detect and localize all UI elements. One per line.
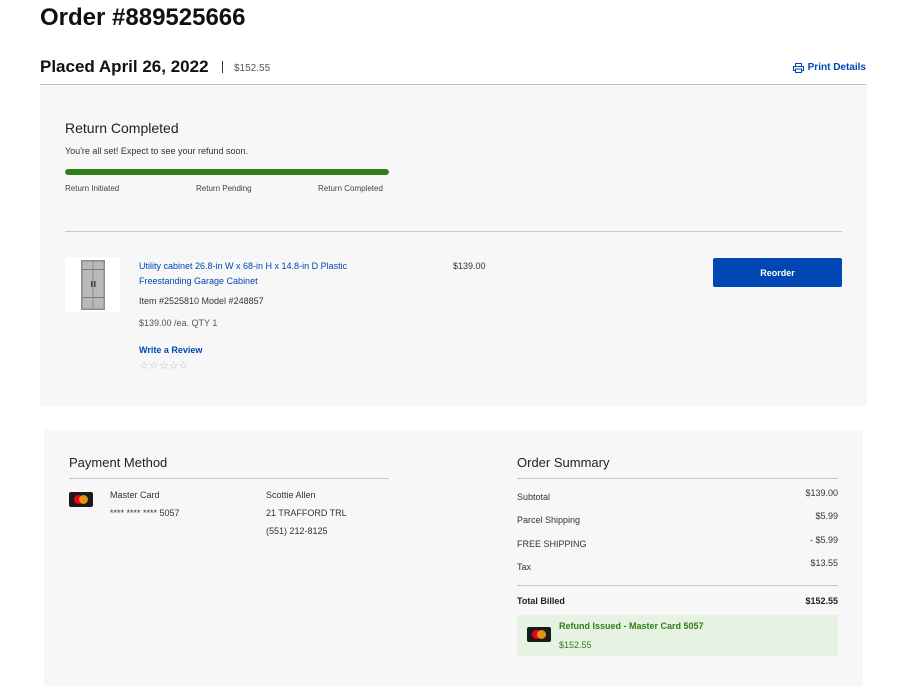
star-rating[interactable]: ☆☆☆☆☆ (139, 359, 188, 372)
return-progress-fill (65, 169, 389, 175)
product-unit-price-qty: $139.00 /ea. QTY 1 (139, 318, 218, 328)
summary-value: - $5.99 (809, 535, 838, 545)
print-details-label: Print Details (807, 62, 866, 73)
order-total: $152.55 (234, 63, 271, 74)
billing-name: Scottie Allen (266, 490, 316, 500)
summary-row-free-shipping: FREE SHIPPING - $5.99 (517, 535, 838, 551)
separator (222, 61, 223, 73)
refund-issued-title: Refund Issued - Master Card 5057 (559, 621, 704, 631)
write-review-link[interactable]: Write a Review (139, 345, 202, 355)
summary-label: Parcel Shipping (517, 515, 581, 525)
step-return-pending: Return Pending (196, 184, 252, 193)
product-image[interactable] (65, 257, 120, 312)
summary-row-subtotal: Subtotal $139.00 (517, 488, 838, 504)
card-number: **** **** **** 5057 (110, 508, 180, 518)
summary-total-row: Total Billed $152.55 (517, 596, 838, 606)
return-status-title: Return Completed (65, 120, 179, 136)
divider (69, 478, 389, 479)
return-progress-bar (65, 169, 389, 175)
product-name-link[interactable]: Utility cabinet 26.8-in W x 68-in H x 14… (139, 259, 389, 289)
refund-issued-box: Refund Issued - Master Card 5057 $152.55 (517, 615, 838, 656)
step-return-initiated: Return Initiated (65, 184, 120, 193)
product-price: $139.00 (453, 261, 486, 271)
mastercard-icon (69, 492, 93, 507)
divider (517, 585, 838, 586)
summary-label: Tax (517, 562, 532, 572)
print-details-link[interactable]: Print Details (792, 62, 866, 73)
summary-row-shipping: Parcel Shipping $5.99 (517, 511, 838, 527)
summary-row-tax: Tax $13.55 (517, 558, 838, 574)
card-name: Master Card (110, 490, 160, 500)
placed-date: Placed April 26, 2022 (40, 57, 209, 76)
payment-summary-panel: Payment Method Master Card **** **** ***… (44, 430, 863, 686)
step-return-completed: Return Completed (318, 184, 383, 193)
billing-street: 21 TRAFFORD TRL (266, 508, 347, 518)
summary-value: $13.55 (810, 558, 838, 568)
mastercard-icon (527, 627, 551, 642)
summary-label: FREE SHIPPING (517, 539, 587, 549)
summary-value: $5.99 (815, 511, 838, 521)
product-item-model: Item #2525810 Model #248857 (139, 296, 264, 306)
order-summary-title: Order Summary (517, 455, 610, 470)
summary-value: $139.00 (805, 488, 838, 498)
return-status-subtitle: You're all set! Expect to see your refun… (65, 146, 248, 156)
refund-amount: $152.55 (559, 640, 592, 650)
total-billed-value: $152.55 (805, 596, 838, 606)
return-status-panel: Return Completed You're all set! Expect … (40, 86, 867, 406)
cabinet-image (81, 260, 105, 310)
divider (517, 478, 838, 479)
billing-phone: (551) 212-8125 (266, 526, 328, 536)
total-billed-label: Total Billed (517, 596, 565, 606)
order-title: Order #889525666 (40, 4, 246, 31)
payment-method-title: Payment Method (69, 455, 168, 470)
reorder-button[interactable]: Reorder (713, 258, 842, 287)
order-placed-row: Placed April 26, 2022 $152.55 Print Deta… (40, 57, 866, 85)
printer-icon (792, 62, 804, 73)
summary-label: Subtotal (517, 492, 551, 502)
divider (65, 231, 842, 232)
